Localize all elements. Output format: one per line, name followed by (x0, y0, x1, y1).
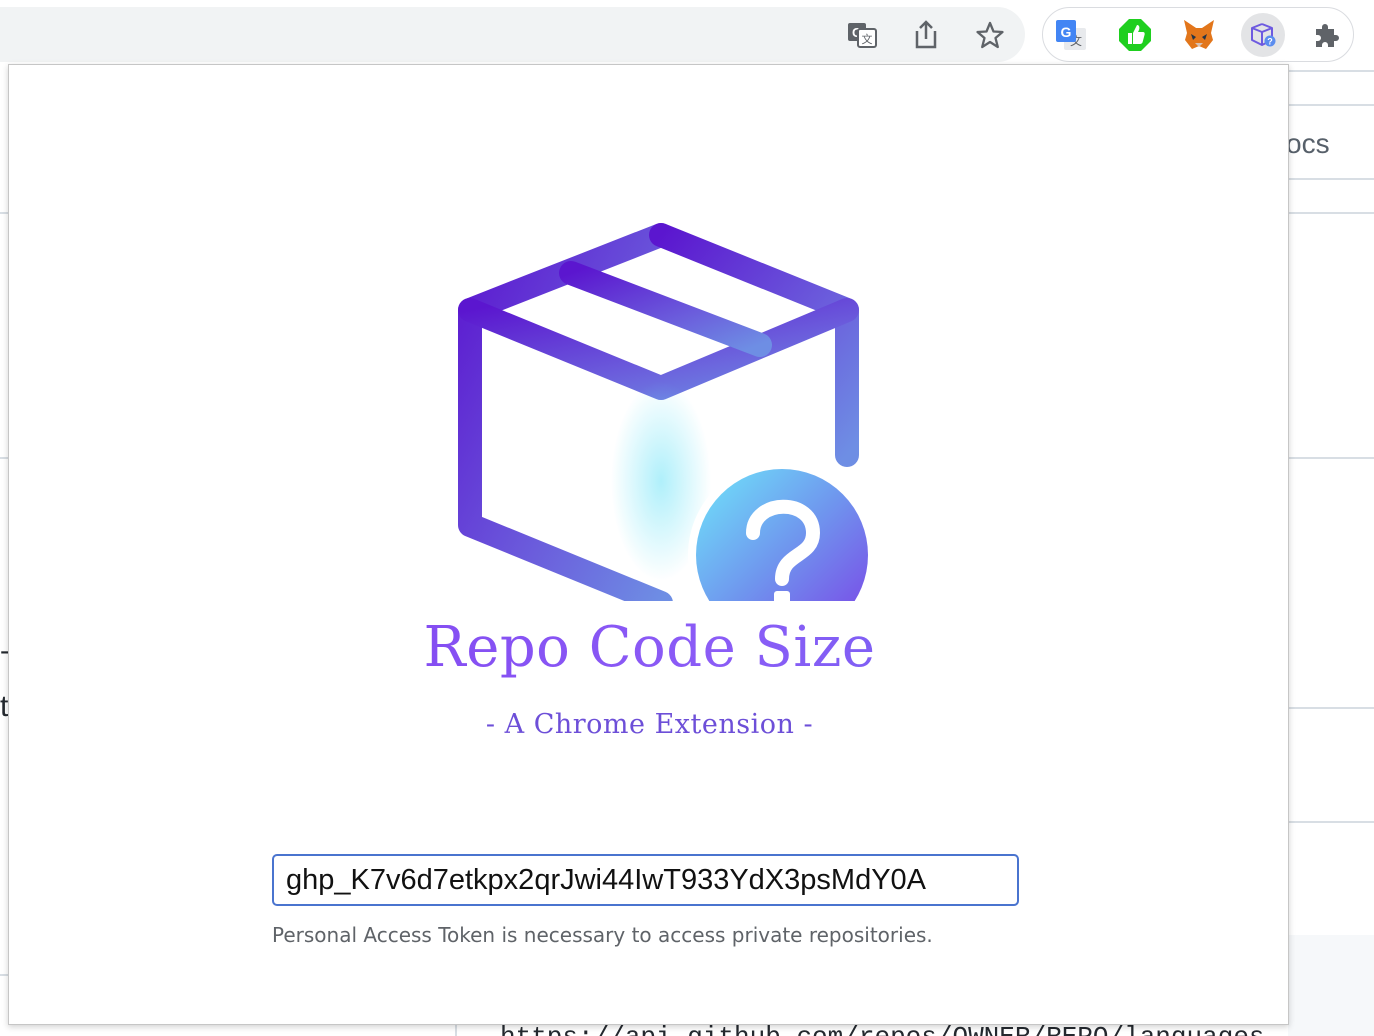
svg-text:?: ? (1267, 37, 1273, 47)
divider (1289, 707, 1374, 709)
svg-text:文: 文 (862, 32, 873, 46)
svg-text:G: G (1061, 24, 1072, 40)
divider (0, 974, 8, 976)
bg-tab-text: ocs (1286, 128, 1330, 159)
extensions-tray: 文 G ? (1042, 7, 1354, 62)
metamask-fox-icon[interactable] (1177, 13, 1221, 57)
app-subtitle: - A Chrome Extension - (485, 709, 814, 740)
divider (1289, 212, 1374, 214)
divider (1289, 457, 1374, 459)
token-hint: Personal Access Token is necessary to ac… (272, 923, 933, 947)
translate-icon[interactable]: G 文 (840, 13, 884, 57)
app-title: Repo Code Size (9, 615, 1288, 680)
bookmark-star-icon[interactable] (968, 13, 1012, 57)
divider (0, 457, 8, 459)
access-token-input[interactable] (272, 854, 1019, 906)
divider (0, 212, 8, 214)
repo-box-logo-icon (458, 223, 876, 601)
divider (1289, 821, 1374, 823)
google-translate-icon[interactable]: 文 G (1049, 13, 1093, 57)
repo-code-size-icon[interactable]: ? (1241, 13, 1285, 57)
extensions-puzzle-icon[interactable] (1305, 13, 1349, 57)
bg-code-block (1288, 935, 1374, 1036)
divider (1289, 104, 1374, 106)
divider (1289, 70, 1374, 72)
green-thumb-icon[interactable] (1113, 13, 1157, 57)
browser-toolbar: G 文 文 G (0, 0, 1374, 66)
share-icon[interactable] (904, 13, 948, 57)
divider (1289, 178, 1374, 180)
extension-popup: Repo Code Size - A Chrome Extension - Pe… (8, 64, 1289, 1025)
